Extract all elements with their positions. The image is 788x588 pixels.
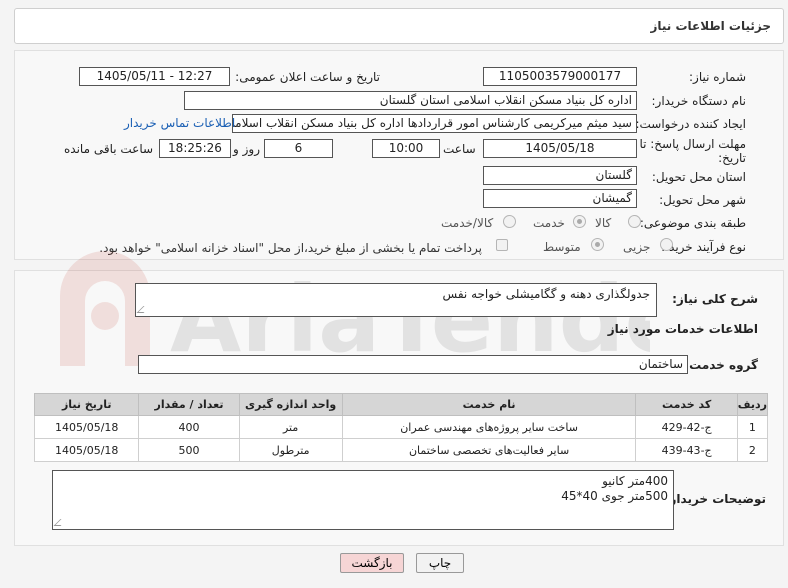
deadline-label-2: تاریخ: <box>718 151 746 165</box>
city-label: شهر محل تحویل: <box>659 193 746 207</box>
service-name: سایر فعالیت‌های تخصصی ساختمان <box>341 438 637 462</box>
service-code: ج-43-439 <box>635 438 738 462</box>
quantity: 400 <box>138 415 240 439</box>
requester-label: ایجاد کننده درخواست: <box>635 117 746 131</box>
days-label: روز و <box>233 142 260 156</box>
summary-text: جدولگذاری دهنه و گگامیشلی خواجه نفس <box>442 287 650 301</box>
need-number-field[interactable]: 1105003579000177 <box>483 67 637 86</box>
contact-buyer-link[interactable]: اطلاعات تماس خریدار <box>124 116 235 130</box>
buyer-notes-label: توضیحات خریدار: <box>664 492 766 506</box>
services-table: ردیف کد خدمت نام خدمت واحد اندازه گیری ت… <box>33 393 769 462</box>
page-title: جزئیات اطلاعات نیاز <box>650 19 771 33</box>
header-panel: جزئیات اطلاعات نیاز <box>14 8 784 44</box>
table-row: 2 ج-43-439 سایر فعالیت‌های تخصصی ساختمان… <box>33 438 769 462</box>
unit: متر <box>238 415 343 439</box>
category-radio-service[interactable] <box>573 215 586 228</box>
print-button[interactable]: چاپ <box>416 553 464 573</box>
col-header-service-name: نام خدمت <box>341 393 637 416</box>
province-field[interactable]: گلستان <box>483 166 637 185</box>
deadline-time-field[interactable]: 10:00 <box>372 139 440 158</box>
col-header-quantity: تعداد / مقدار <box>138 393 240 416</box>
city-field[interactable]: گمیشان <box>483 189 637 208</box>
buyer-org-field[interactable]: اداره کل بنیاد مسکن انقلاب اسلامی استان … <box>184 91 637 110</box>
col-header-service-code: کد خدمت <box>635 393 738 416</box>
col-header-need-date: تاریخ نیاز <box>33 393 140 416</box>
requester-field[interactable]: سید میثم میرکریمی کارشناس امور قراردادها… <box>232 114 637 133</box>
remaining-days-field[interactable]: 6 <box>264 139 333 158</box>
process-option-medium: متوسط <box>543 240 581 254</box>
deadline-label: مهلت ارسال پاسخ: تا <box>639 137 746 151</box>
summary-textarea[interactable]: جدولگذاری دهنه و گگامیشلی خواجه نفس <box>135 283 657 317</box>
process-label: نوع فرآیند خرید : <box>661 240 746 254</box>
category-option-goods: کالا <box>595 216 612 230</box>
table-row: 1 ج-42-429 ساخت سایر پروژه‌های مهندسی عم… <box>33 415 769 439</box>
category-radio-goods-service[interactable] <box>503 215 516 228</box>
summary-label: شرح کلی نیاز: <box>672 292 758 306</box>
buyer-notes-textarea[interactable]: 400متر کانیو 500متر جوی 40*45 <box>52 470 674 530</box>
buyer-notes-line-1: 400متر کانیو <box>602 474 668 488</box>
buyer-org-label: نام دستگاه خریدار: <box>651 94 747 108</box>
deadline-time-label: ساعت <box>443 142 476 156</box>
resize-grip-icon[interactable] <box>136 306 151 313</box>
category-option-service: خدمت <box>533 216 565 230</box>
resize-grip-icon[interactable] <box>53 519 68 526</box>
process-option-minor: جزیی <box>623 240 651 254</box>
need-date: 1405/05/18 <box>33 438 140 462</box>
need-number-label: شماره نیاز: <box>689 70 746 84</box>
treasury-payment-checkbox[interactable] <box>496 239 508 251</box>
service-name: ساخت سایر پروژه‌های مهندسی عمران <box>341 415 637 439</box>
services-section-title: اطلاعات خدمات مورد نیاز <box>607 322 758 336</box>
service-code: ج-42-429 <box>635 415 738 439</box>
process-radio-medium[interactable] <box>591 238 604 251</box>
back-button[interactable]: بازگشت <box>340 553 404 573</box>
category-label: طبقه بندی موضوعی: <box>639 216 746 230</box>
remaining-time-label: ساعت باقی مانده <box>64 142 154 156</box>
service-group-field[interactable]: ساختمان <box>138 355 688 374</box>
col-header-unit: واحد اندازه گیری <box>238 393 343 416</box>
process-radio-minor[interactable] <box>660 238 673 251</box>
buyer-notes-line-2: 500متر جوی 40*45 <box>561 489 668 503</box>
payment-note: پرداخت تمام یا بخشی از مبلغ خرید،از محل … <box>99 241 482 255</box>
row-number: 2 <box>736 438 769 462</box>
service-group-label: گروه خدمت: <box>684 358 758 372</box>
deadline-date-field[interactable]: 1405/05/18 <box>483 139 637 158</box>
announce-datetime-field[interactable]: 1405/05/11 - 12:27 <box>79 67 230 86</box>
announce-label: تاریخ و ساعت اعلان عمومی: <box>235 70 380 84</box>
table-header-row: ردیف کد خدمت نام خدمت واحد اندازه گیری ت… <box>33 393 769 416</box>
quantity: 500 <box>138 438 240 462</box>
remaining-time-field[interactable]: 18:25:26 <box>159 139 231 158</box>
province-label: استان محل تحویل: <box>651 170 746 184</box>
need-date: 1405/05/18 <box>33 415 140 439</box>
category-option-goods-service: کالا/خدمت <box>441 216 494 230</box>
category-radio-goods[interactable] <box>628 215 641 228</box>
col-header-row-number: ردیف <box>736 393 769 416</box>
unit: مترطول <box>238 438 343 462</box>
row-number: 1 <box>736 415 769 439</box>
